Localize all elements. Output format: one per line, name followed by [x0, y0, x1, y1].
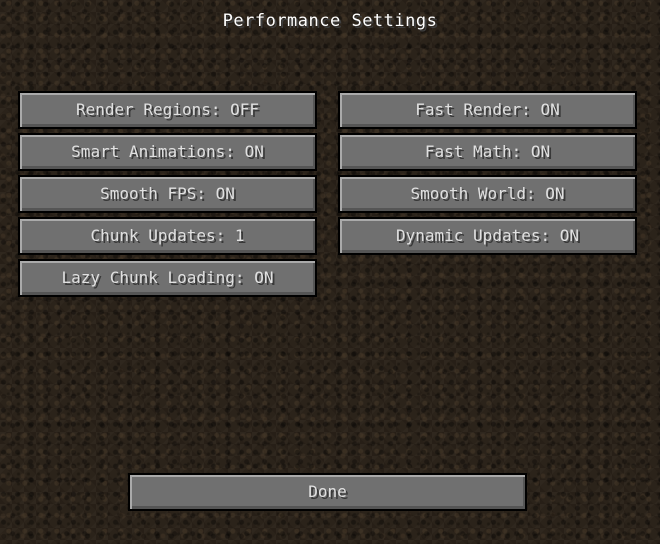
lazy-chunk-loading-button[interactable]: Lazy Chunk Loading: ON — [18, 259, 317, 297]
fast-math-button[interactable]: Fast Math: ON — [338, 133, 637, 171]
chunk-updates-button[interactable]: Chunk Updates: 1 — [18, 217, 317, 255]
dynamic-updates-button[interactable]: Dynamic Updates: ON — [338, 217, 637, 255]
done-button[interactable]: Done — [128, 473, 527, 511]
smooth-fps-button[interactable]: Smooth FPS: ON — [18, 175, 317, 213]
render-regions-button[interactable]: Render Regions: OFF — [18, 91, 317, 129]
smart-animations-button[interactable]: Smart Animations: ON — [18, 133, 317, 171]
fast-render-button[interactable]: Fast Render: ON — [338, 91, 637, 129]
smooth-world-button[interactable]: Smooth World: ON — [338, 175, 637, 213]
screen-title: Performance Settings — [222, 11, 438, 31]
